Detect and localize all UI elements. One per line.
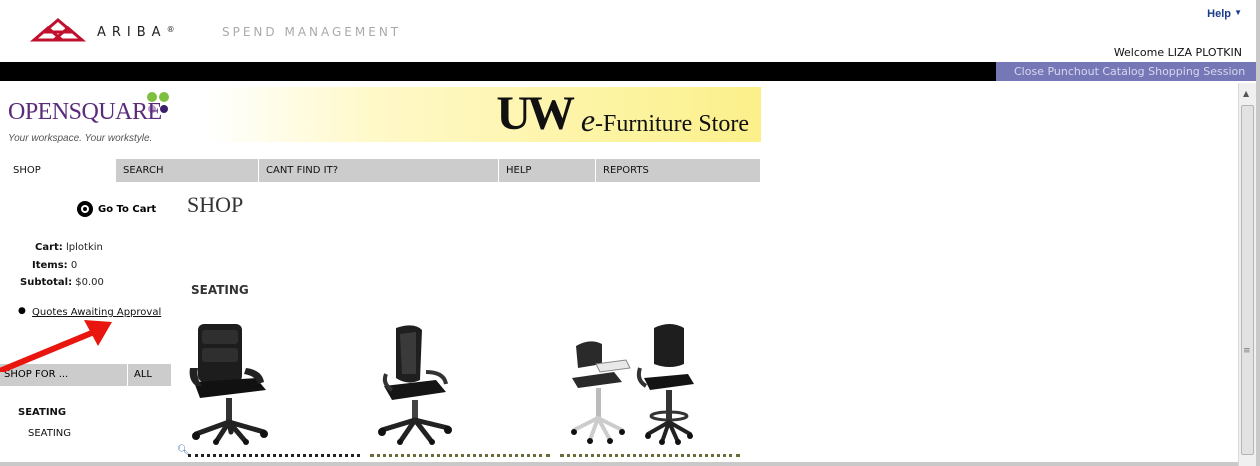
opensquare-tagline: Your workspace. Your workstyle. bbox=[8, 133, 153, 144]
store-nav: SHOP SEARCH CANT FIND IT? HELP REPORTS bbox=[6, 159, 761, 182]
help-menu[interactable]: Help ▼ bbox=[1207, 8, 1242, 20]
tab-cant-find-it[interactable]: CANT FIND IT? bbox=[259, 159, 499, 182]
sidebar-category-seating[interactable]: SEATING bbox=[18, 407, 66, 418]
product-divider bbox=[188, 454, 360, 457]
annotation-arrow-icon bbox=[0, 320, 112, 372]
store-title: e-Furniture Store bbox=[580, 102, 749, 138]
training-and-drafting-chairs-image[interactable] bbox=[566, 320, 698, 445]
sidebar-subcategory-seating[interactable]: SEATING bbox=[28, 428, 71, 439]
browser-frame: ARIBA® SPEND MANAGEMENT Help ▼ Welcome L… bbox=[0, 0, 1260, 466]
scrollbar-thumb[interactable] bbox=[1241, 105, 1254, 455]
caret-down-icon: ▼ bbox=[1234, 8, 1242, 17]
page-title: SHOP bbox=[187, 192, 244, 217]
spend-management-label: SPEND MANAGEMENT bbox=[222, 25, 402, 39]
cart-circle-icon bbox=[77, 201, 93, 217]
opensquare-wordmark: OPENSQUARE bbox=[8, 99, 162, 125]
ariba-wordmark: ARIBA® bbox=[97, 25, 175, 40]
scroll-grip-icon: ≡ bbox=[1243, 346, 1251, 356]
uw-logo: UW bbox=[496, 87, 575, 140]
uw-store-banner: UW e-Furniture Store bbox=[206, 87, 761, 142]
tab-help[interactable]: HELP bbox=[499, 159, 596, 182]
section-heading: SEATING bbox=[191, 283, 249, 297]
opensquare-logo: OPENSQUARE Your workspace. Your workstyl… bbox=[6, 91, 196, 155]
ariba-header: ARIBA® SPEND MANAGEMENT Help ▼ Welcome L… bbox=[0, 0, 1256, 62]
shop-all-button[interactable]: ALL bbox=[128, 364, 152, 386]
tab-reports[interactable]: REPORTS bbox=[596, 159, 761, 182]
product-divider bbox=[370, 454, 550, 457]
scroll-up-arrow-icon[interactable]: ▲ bbox=[1243, 89, 1249, 98]
welcome-text: Welcome LIZA PLOTKIN bbox=[1113, 46, 1242, 59]
product-divider bbox=[560, 454, 740, 457]
store-banner: OPENSQUARE Your workspace. Your workstyl… bbox=[6, 87, 761, 156]
tab-shop[interactable]: SHOP bbox=[6, 159, 116, 182]
tab-search[interactable]: SEARCH bbox=[116, 159, 259, 182]
executive-leather-chair-image[interactable] bbox=[186, 320, 276, 445]
vertical-scrollbar[interactable]: ▲ ≡ bbox=[1238, 83, 1256, 466]
cart-subtotal: Subtotal: $0.00 bbox=[20, 277, 104, 288]
go-to-cart-button[interactable]: Go To Cart bbox=[77, 201, 156, 217]
close-punchout-session-link[interactable]: Close Punchout Catalog Shopping Session bbox=[996, 62, 1256, 81]
cart-items: Items: 0 bbox=[32, 260, 78, 271]
header-bar bbox=[0, 62, 996, 81]
mesh-task-chair-image[interactable] bbox=[374, 320, 460, 445]
cart-owner: Cart: lplotkin bbox=[35, 242, 103, 253]
ariba-logo-icon bbox=[29, 18, 87, 42]
go-to-cart-label: Go To Cart bbox=[98, 203, 157, 215]
